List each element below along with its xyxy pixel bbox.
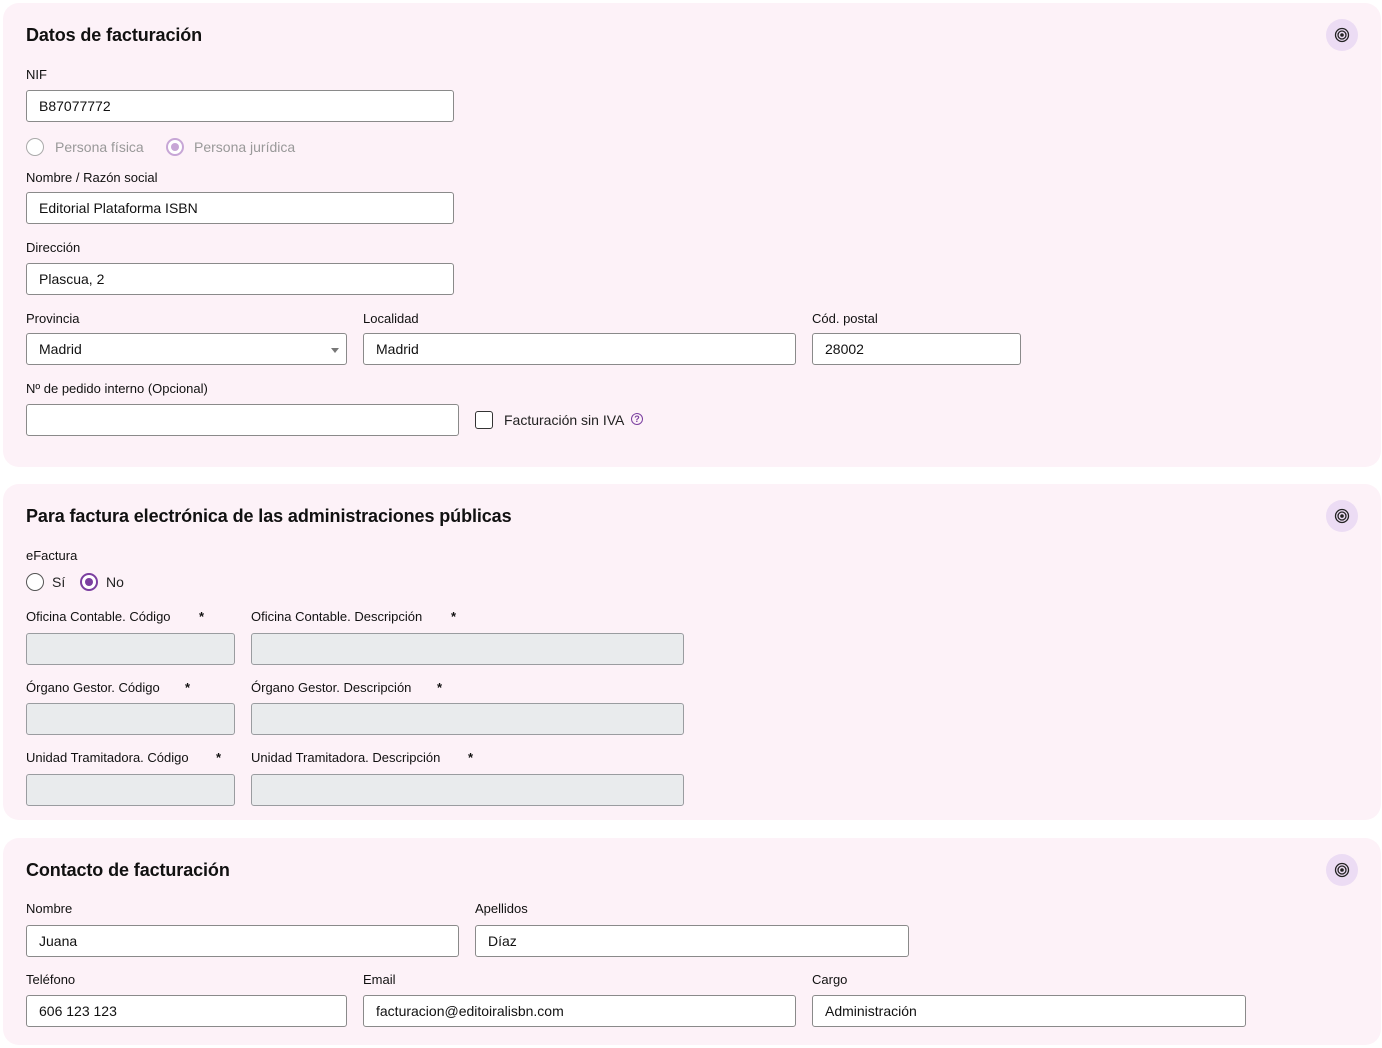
oficina-desc-label: Oficina Contable. Descripción	[251, 609, 423, 624]
provincia-select[interactable]: Madrid	[26, 333, 347, 365]
section-title: Para factura electrónica de las administ…	[26, 506, 512, 526]
sin-iva-checkbox[interactable]	[475, 411, 493, 429]
section-title: Datos de facturación	[26, 25, 203, 45]
oficina-codigo-input[interactable]	[26, 633, 235, 665]
efactura-no-label: No	[106, 574, 124, 590]
oficina-desc-input[interactable]	[251, 633, 684, 665]
provincia-label: Provincia	[26, 311, 80, 326]
organo-desc-input[interactable]	[251, 703, 684, 735]
efactura-si-label: Sí	[52, 574, 66, 590]
sin-iva-label: Facturación sin IVA	[504, 412, 625, 428]
unidad-codigo-input[interactable]	[26, 774, 235, 806]
telefono-label: Teléfono	[26, 972, 76, 987]
contacto-nombre-input[interactable]	[26, 925, 459, 957]
unidad-codigo-label: Unidad Tramitadora. Código	[26, 750, 189, 765]
efactura-si-radio[interactable]	[26, 573, 44, 591]
efactura-no-radio[interactable]	[80, 573, 98, 591]
codigo-postal-input[interactable]	[812, 333, 1021, 365]
required-mark: *	[451, 609, 457, 624]
provincia-value: Madrid	[39, 341, 82, 357]
contacto-nombre-label: Nombre	[26, 901, 73, 916]
cargo-input[interactable]	[812, 995, 1246, 1027]
persona-juridica-radio[interactable]	[166, 138, 184, 156]
direccion-input[interactable]	[26, 263, 454, 295]
efactura-card: Para factura electrónica de las administ…	[3, 484, 1381, 820]
cp-label: Cód. postal	[812, 311, 878, 326]
razon-social-input[interactable]	[26, 192, 454, 224]
pedido-interno-input[interactable]	[26, 404, 459, 436]
persona-juridica-label: Persona jurídica	[194, 139, 296, 155]
efactura-label: eFactura	[26, 548, 78, 563]
required-mark: *	[216, 750, 222, 765]
email-label: Email	[363, 972, 396, 987]
target-icon[interactable]	[1326, 19, 1358, 51]
direccion-label: Dirección	[26, 240, 81, 255]
organo-codigo-label: Órgano Gestor. Código	[26, 680, 160, 695]
required-mark: *	[185, 680, 191, 695]
apellidos-input[interactable]	[475, 925, 909, 957]
persona-fisica-label: Persona física	[55, 139, 144, 155]
required-mark: *	[437, 680, 443, 695]
unidad-desc-label: Unidad Tramitadora. Descripción	[251, 750, 441, 765]
persona-fisica-radio[interactable]	[26, 138, 44, 156]
pedido-label: Nº de pedido interno (Opcional)	[26, 381, 208, 396]
telefono-input[interactable]	[26, 995, 347, 1027]
help-icon[interactable]: ?	[631, 413, 643, 425]
email-input[interactable]	[363, 995, 796, 1027]
oficina-codigo-label: Oficina Contable. Código	[26, 609, 171, 624]
nif-input[interactable]	[26, 90, 454, 122]
datos-facturacion-card: Datos de facturación NIF Persona física …	[3, 3, 1381, 467]
organo-codigo-input[interactable]	[26, 703, 235, 735]
apellidos-label: Apellidos	[475, 901, 528, 916]
section-title: Contacto de facturación	[26, 860, 230, 880]
nif-label: NIF	[26, 67, 47, 82]
unidad-desc-input[interactable]	[251, 774, 684, 806]
chevron-down-icon	[331, 348, 339, 353]
nombre-label: Nombre / Razón social	[26, 170, 158, 185]
cargo-label: Cargo	[812, 972, 848, 987]
contacto-card: Contacto de facturación Nombre Apellidos…	[3, 838, 1381, 1045]
target-icon[interactable]	[1326, 854, 1358, 886]
organo-desc-label: Órgano Gestor. Descripción	[251, 680, 412, 695]
target-icon[interactable]	[1326, 500, 1358, 532]
localidad-label: Localidad	[363, 311, 419, 326]
required-mark: *	[468, 750, 474, 765]
localidad-input[interactable]	[363, 333, 796, 365]
required-mark: *	[199, 609, 205, 624]
